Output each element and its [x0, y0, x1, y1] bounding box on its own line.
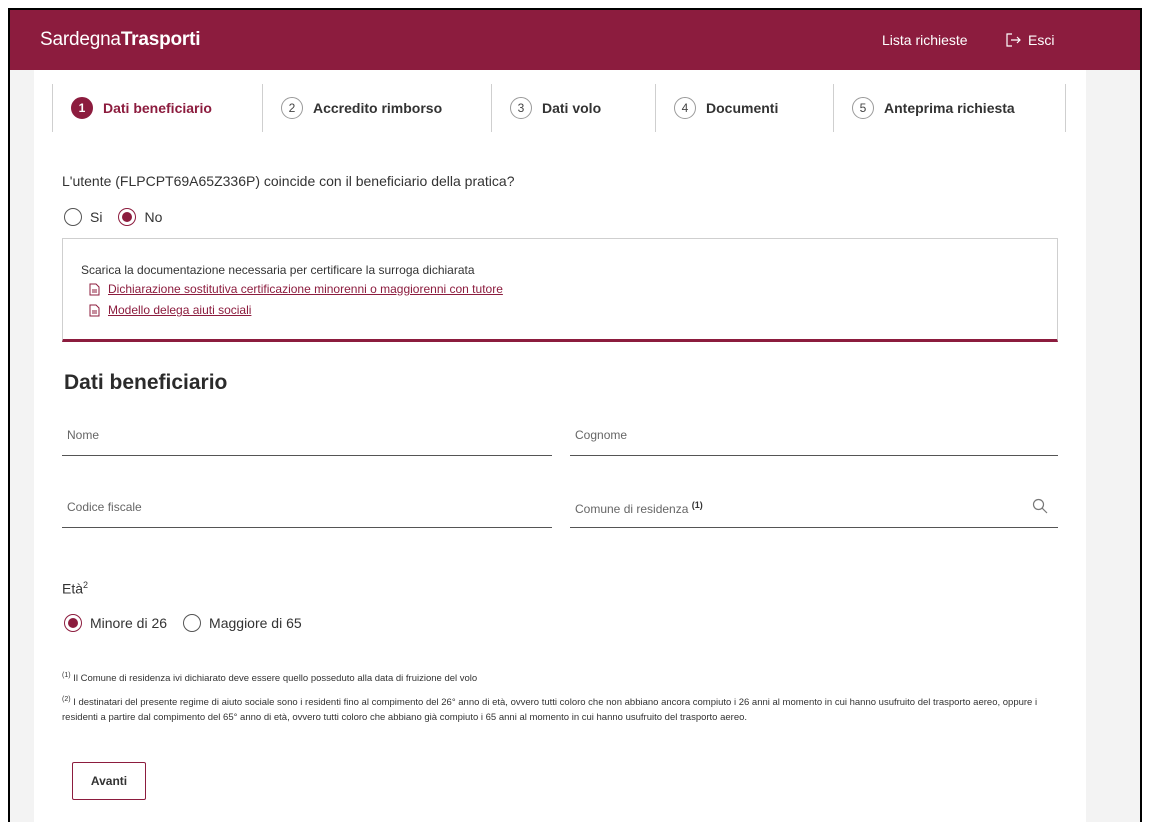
step-label: Dati beneficiario — [103, 100, 212, 116]
step-number: 2 — [281, 97, 303, 119]
documentation-box: Scarica la documentazione necessaria per… — [62, 238, 1058, 342]
step-number: 4 — [674, 97, 696, 119]
doc-link-label: Modello delega aiuti sociali — [108, 303, 252, 317]
radio-minore-26[interactable] — [64, 614, 82, 632]
brand-logo[interactable]: SardegnaTrasporti — [40, 29, 201, 51]
cognome-field[interactable]: Cognome — [570, 416, 1058, 456]
footnote-2: (2) I destinatari del presente regime di… — [62, 692, 1062, 725]
section-title: Dati beneficiario — [64, 371, 228, 394]
radio-si[interactable] — [64, 208, 82, 226]
document-icon — [89, 304, 100, 316]
footnote-1: (1) Il Comune di residenza ivi dichiarat… — [62, 668, 1062, 686]
step-dati-volo[interactable]: 3 Dati volo — [491, 84, 655, 132]
step-dati-beneficiario[interactable]: 1 Dati beneficiario — [52, 84, 262, 132]
codice-fiscale-placeholder: Codice fiscale — [67, 500, 142, 514]
step-accredito-rimborso[interactable]: 2 Accredito rimborso — [262, 84, 491, 132]
top-bar: SardegnaTrasporti Lista richieste Esci — [10, 10, 1140, 70]
nav-exit-link[interactable]: Esci — [1006, 32, 1054, 48]
step-number: 1 — [71, 97, 93, 119]
footnote-2-text: I destinatari del presente regime di aiu… — [62, 697, 1038, 724]
radio-si-label[interactable]: Si — [90, 209, 102, 225]
documentation-intro: Scarica la documentazione necessaria per… — [81, 263, 475, 277]
step-number: 5 — [852, 97, 874, 119]
doc-link-label: Dichiarazione sostitutiva certificazione… — [108, 282, 503, 296]
radio-minore-26-label[interactable]: Minore di 26 — [90, 615, 167, 631]
step-label: Accredito rimborso — [313, 100, 443, 116]
footnote-1-text: Il Comune di residenza ivi dichiarato de… — [73, 673, 478, 685]
eta-label: Età2 — [62, 580, 88, 597]
footnote-1-ref: (1) — [62, 672, 71, 679]
app-frame: SardegnaTrasporti Lista richieste Esci 1… — [8, 8, 1142, 822]
stepper: 1 Dati beneficiario 2 Accredito rimborso… — [52, 84, 1068, 132]
cognome-placeholder: Cognome — [575, 428, 628, 442]
codice-fiscale-field[interactable]: Codice fiscale — [62, 488, 552, 528]
step-label: Dati volo — [542, 100, 602, 116]
footnotes: (1) Il Comune di residenza ivi dichiarat… — [62, 668, 1062, 725]
step-number: 3 — [510, 97, 532, 119]
radio-maggiore-65[interactable] — [183, 614, 202, 632]
nav-requests-link[interactable]: Lista richieste — [882, 32, 968, 48]
radio-no[interactable] — [118, 208, 137, 226]
nav-exit-label: Esci — [1028, 32, 1055, 48]
comune-placeholder-wrap: Comune di residenza (1) — [575, 500, 703, 516]
beneficiary-question: L'utente (FLPCPT69A65Z336P) coincide con… — [62, 173, 515, 189]
nome-field[interactable]: Nome — [62, 416, 552, 456]
eta-note-ref: 2 — [83, 580, 89, 590]
comune-note-ref: (1) — [691, 500, 703, 510]
main-panel: 1 Dati beneficiario 2 Accredito rimborso… — [34, 70, 1086, 822]
brand-name-light: Sardegna — [40, 29, 121, 50]
search-icon[interactable] — [1032, 498, 1048, 514]
step-label: Anteprima richiesta — [884, 100, 1015, 116]
step-documenti[interactable]: 4 Documenti — [655, 84, 833, 132]
radio-maggiore-65-label[interactable]: Maggiore di 65 — [209, 615, 302, 631]
logout-icon — [1006, 33, 1021, 47]
eta-radio-group: Minore di 26 Maggiore di 65 — [64, 614, 318, 632]
nome-placeholder: Nome — [67, 428, 100, 442]
step-anteprima-richiesta[interactable]: 5 Anteprima richiesta — [833, 84, 1066, 132]
comune-placeholder: Comune di residenza — [575, 502, 689, 516]
eta-label-text: Età — [62, 580, 84, 597]
footnote-2-ref: (2) — [62, 696, 71, 704]
beneficiary-radio-group: Si No — [64, 208, 178, 226]
document-icon — [89, 283, 100, 295]
doc-link-dichiarazione[interactable]: Dichiarazione sostitutiva certificazione… — [89, 282, 503, 296]
comune-residenza-field[interactable]: Comune di residenza (1) — [570, 488, 1058, 528]
step-label: Documenti — [706, 100, 779, 116]
next-button[interactable]: Avanti — [72, 762, 146, 800]
doc-link-modello-delega[interactable]: Modello delega aiuti sociali — [89, 303, 251, 317]
radio-no-label[interactable]: No — [144, 209, 162, 225]
brand-name-bold: Trasporti — [120, 29, 201, 50]
